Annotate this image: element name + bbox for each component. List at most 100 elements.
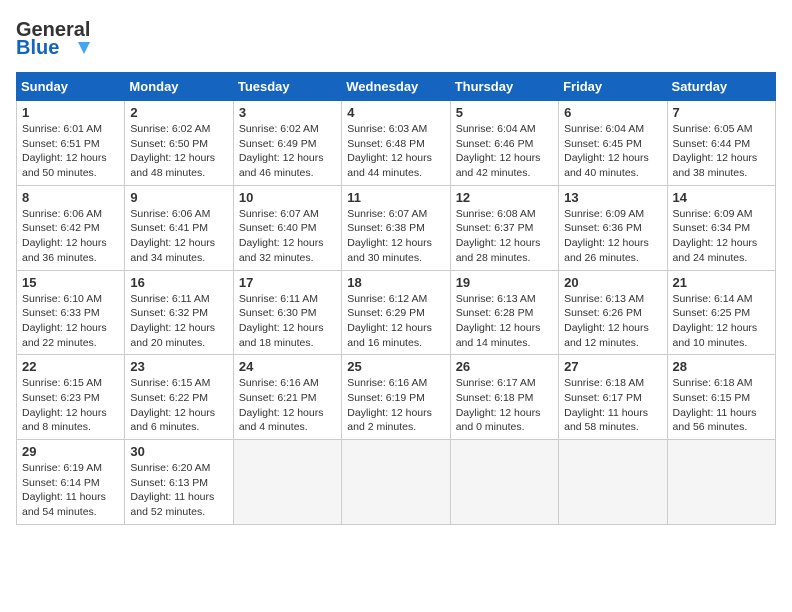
day-number: 14 [673,190,770,205]
day-number: 5 [456,105,553,120]
calendar-cell: 6 Sunrise: 6:04 AM Sunset: 6:45 PM Daylig… [559,101,667,186]
day-number: 19 [456,275,553,290]
calendar-cell: 10 Sunrise: 6:07 AM Sunset: 6:40 PM Dayli… [233,185,341,270]
day-number: 26 [456,359,553,374]
calendar-cell: 26 Sunrise: 6:17 AM Sunset: 6:18 PM Dayli… [450,355,558,440]
calendar-cell: 16 Sunrise: 6:11 AM Sunset: 6:32 PM Dayli… [125,270,233,355]
day-number: 28 [673,359,770,374]
calendar-cell: 11 Sunrise: 6:07 AM Sunset: 6:38 PM Dayli… [342,185,450,270]
day-info: Sunrise: 6:13 AM Sunset: 6:26 PM Dayligh… [564,292,661,351]
calendar-cell: 21Sunrise: 6:14 AM Sunset: 6:25 PM Dayli… [667,270,775,355]
day-info: Sunrise: 6:05 AM Sunset: 6:44 PM Dayligh… [673,122,770,181]
calendar-week-row: 1 Sunrise: 6:01 AM Sunset: 6:51 PM Daylig… [17,101,776,186]
day-number: 2 [130,105,227,120]
day-info: Sunrise: 6:03 AM Sunset: 6:48 PM Dayligh… [347,122,444,181]
day-info: Sunrise: 6:04 AM Sunset: 6:45 PM Dayligh… [564,122,661,181]
logo: GeneralBlue [16,16,106,60]
col-header-friday: Friday [559,73,667,101]
day-number: 13 [564,190,661,205]
day-info: Sunrise: 6:04 AM Sunset: 6:46 PM Dayligh… [456,122,553,181]
day-info: Sunrise: 6:07 AM Sunset: 6:38 PM Dayligh… [347,207,444,266]
day-number: 3 [239,105,336,120]
day-info: Sunrise: 6:11 AM Sunset: 6:32 PM Dayligh… [130,292,227,351]
calendar-cell: 24 Sunrise: 6:16 AM Sunset: 6:21 PM Dayli… [233,355,341,440]
calendar-cell: 9 Sunrise: 6:06 AM Sunset: 6:41 PM Daylig… [125,185,233,270]
day-info: Sunrise: 6:15 AM Sunset: 6:23 PM Dayligh… [22,376,119,435]
day-number: 17 [239,275,336,290]
day-info: Sunrise: 6:15 AM Sunset: 6:22 PM Dayligh… [130,376,227,435]
day-number: 7 [673,105,770,120]
day-number: 25 [347,359,444,374]
calendar-week-row: 15 Sunrise: 6:10 AM Sunset: 6:33 PM Dayli… [17,270,776,355]
day-info: Sunrise: 6:13 AM Sunset: 6:28 PM Dayligh… [456,292,553,351]
calendar-cell [559,440,667,525]
day-info: Sunrise: 6:01 AM Sunset: 6:51 PM Dayligh… [22,122,119,181]
calendar-cell [342,440,450,525]
calendar-cell: 28 Sunrise: 6:18 AM Sunset: 6:15 PM Dayli… [667,355,775,440]
day-number: 27 [564,359,661,374]
calendar-cell [233,440,341,525]
calendar-cell: 25 Sunrise: 6:16 AM Sunset: 6:19 PM Dayli… [342,355,450,440]
calendar-table: SundayMondayTuesdayWednesdayThursdayFrid… [16,72,776,525]
calendar-cell: 15 Sunrise: 6:10 AM Sunset: 6:33 PM Dayli… [17,270,125,355]
col-header-tuesday: Tuesday [233,73,341,101]
day-info: Sunrise: 6:09 AM Sunset: 6:34 PM Dayligh… [673,207,770,266]
col-header-saturday: Saturday [667,73,775,101]
calendar-cell: 12 Sunrise: 6:08 AM Sunset: 6:37 PM Dayli… [450,185,558,270]
day-info: Sunrise: 6:07 AM Sunset: 6:40 PM Dayligh… [239,207,336,266]
day-number: 4 [347,105,444,120]
logo-svg: GeneralBlue [16,16,106,60]
day-number: 30 [130,444,227,459]
day-number: 23 [130,359,227,374]
day-number: 10 [239,190,336,205]
day-number: 1 [22,105,119,120]
calendar-cell [450,440,558,525]
day-info: Sunrise: 6:12 AM Sunset: 6:29 PM Dayligh… [347,292,444,351]
day-info: Sunrise: 6:08 AM Sunset: 6:37 PM Dayligh… [456,207,553,266]
day-info: Sunrise: 6:16 AM Sunset: 6:19 PM Dayligh… [347,376,444,435]
day-info: Sunrise: 6:10 AM Sunset: 6:33 PM Dayligh… [22,292,119,351]
calendar-cell [667,440,775,525]
day-number: 6 [564,105,661,120]
day-info: Sunrise: 6:16 AM Sunset: 6:21 PM Dayligh… [239,376,336,435]
day-info: Sunrise: 6:19 AM Sunset: 6:14 PM Dayligh… [22,461,119,520]
calendar-week-row: 8Sunrise: 6:06 AM Sunset: 6:42 PM Daylig… [17,185,776,270]
day-number: 20 [564,275,661,290]
day-info: Sunrise: 6:02 AM Sunset: 6:49 PM Dayligh… [239,122,336,181]
calendar-cell: 23 Sunrise: 6:15 AM Sunset: 6:22 PM Dayli… [125,355,233,440]
day-info: Sunrise: 6:18 AM Sunset: 6:17 PM Dayligh… [564,376,661,435]
calendar-cell: 1 Sunrise: 6:01 AM Sunset: 6:51 PM Daylig… [17,101,125,186]
day-number: 11 [347,190,444,205]
col-header-thursday: Thursday [450,73,558,101]
calendar-header-row: SundayMondayTuesdayWednesdayThursdayFrid… [17,73,776,101]
calendar-week-row: 29Sunrise: 6:19 AM Sunset: 6:14 PM Dayli… [17,440,776,525]
day-info: Sunrise: 6:06 AM Sunset: 6:41 PM Dayligh… [130,207,227,266]
calendar-cell: 29Sunrise: 6:19 AM Sunset: 6:14 PM Dayli… [17,440,125,525]
day-number: 18 [347,275,444,290]
day-info: Sunrise: 6:18 AM Sunset: 6:15 PM Dayligh… [673,376,770,435]
calendar-cell: 4 Sunrise: 6:03 AM Sunset: 6:48 PM Daylig… [342,101,450,186]
col-header-wednesday: Wednesday [342,73,450,101]
day-info: Sunrise: 6:02 AM Sunset: 6:50 PM Dayligh… [130,122,227,181]
calendar-cell: 5 Sunrise: 6:04 AM Sunset: 6:46 PM Daylig… [450,101,558,186]
day-info: Sunrise: 6:17 AM Sunset: 6:18 PM Dayligh… [456,376,553,435]
day-number: 15 [22,275,119,290]
col-header-sunday: Sunday [17,73,125,101]
day-number: 24 [239,359,336,374]
svg-text:Blue: Blue [16,37,59,59]
day-info: Sunrise: 6:06 AM Sunset: 6:42 PM Dayligh… [22,207,119,266]
day-info: Sunrise: 6:11 AM Sunset: 6:30 PM Dayligh… [239,292,336,351]
calendar-cell: 27 Sunrise: 6:18 AM Sunset: 6:17 PM Dayli… [559,355,667,440]
day-number: 22 [22,359,119,374]
calendar-cell: 8Sunrise: 6:06 AM Sunset: 6:42 PM Daylig… [17,185,125,270]
day-number: 16 [130,275,227,290]
calendar-cell: 3 Sunrise: 6:02 AM Sunset: 6:49 PM Daylig… [233,101,341,186]
calendar-cell: 30Sunrise: 6:20 AM Sunset: 6:13 PM Dayli… [125,440,233,525]
day-number: 9 [130,190,227,205]
col-header-monday: Monday [125,73,233,101]
calendar-cell: 13Sunrise: 6:09 AM Sunset: 6:36 PM Dayli… [559,185,667,270]
calendar-cell: 2 Sunrise: 6:02 AM Sunset: 6:50 PM Daylig… [125,101,233,186]
day-number: 12 [456,190,553,205]
calendar-cell: 19 Sunrise: 6:13 AM Sunset: 6:28 PM Dayli… [450,270,558,355]
day-number: 21 [673,275,770,290]
